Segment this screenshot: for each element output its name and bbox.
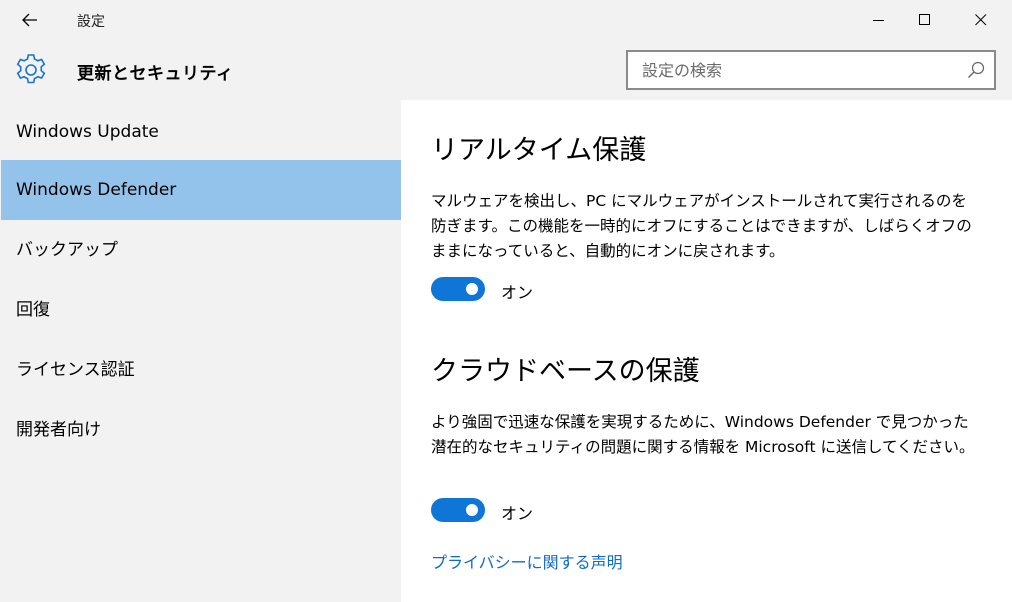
cloud-protection-state: オン	[501, 504, 534, 523]
sidebar-item-windows-defender[interactable]: Windows Defender	[1, 160, 401, 220]
page-header: 更新とセキュリティ	[0, 40, 1012, 100]
toggle-knob	[466, 283, 478, 295]
privacy-statement-link[interactable]: プライバシーに関する声明	[431, 549, 623, 573]
realtime-protection-toggle[interactable]	[431, 277, 485, 301]
sidebar-item-backup[interactable]: バックアップ	[1, 220, 401, 280]
sidebar-item-label: 回復	[16, 300, 50, 320]
sidebar-nav: Windows Update Windows Defender バックアップ 回…	[0, 100, 401, 602]
sidebar-item-for-developers[interactable]: 開発者向け	[1, 400, 401, 460]
close-button[interactable]	[958, 0, 1004, 40]
title-bar: 設定	[0, 0, 1012, 40]
sidebar-item-label: 開発者向け	[16, 420, 101, 440]
cloud-protection-description: より強固で迅速な保護を実現するために、Windows Defender で見つか…	[431, 413, 975, 456]
back-button[interactable]	[12, 4, 48, 36]
gear-icon	[16, 54, 46, 84]
toggle-knob	[466, 504, 478, 516]
sidebar-item-label: ライセンス認証	[16, 360, 135, 380]
sidebar-item-recovery[interactable]: 回復	[1, 280, 401, 340]
maximize-icon	[919, 14, 930, 25]
close-icon	[975, 14, 987, 26]
sidebar-item-label: Windows Defender	[16, 180, 177, 200]
realtime-protection-state: オン	[501, 283, 534, 302]
minimize-icon	[873, 20, 884, 21]
search-box[interactable]	[626, 50, 996, 90]
sidebar-item-activation[interactable]: ライセンス認証	[1, 340, 401, 400]
page-title: 更新とセキュリティ	[77, 64, 234, 84]
sidebar-item-label: バックアップ	[16, 240, 118, 260]
sidebar-item-windows-update[interactable]: Windows Update	[1, 102, 401, 162]
sidebar-item-label: Windows Update	[16, 122, 159, 142]
search-input[interactable]	[628, 52, 962, 88]
cloud-protection-toggle[interactable]	[431, 498, 485, 522]
search-icon[interactable]	[966, 60, 986, 80]
realtime-protection-description: マルウェアを検出し、PC にマルウェアがインストールされて実行されるのを防ぎます…	[431, 192, 972, 260]
realtime-protection-title: リアルタイム保護	[431, 135, 647, 166]
minimize-button[interactable]	[856, 0, 902, 40]
cloud-protection-title: クラウドベースの保護	[431, 356, 700, 387]
main-content: リアルタイム保護 マルウェアを検出し、PC にマルウェアがインストールされて実行…	[401, 100, 1012, 602]
maximize-button[interactable]	[902, 0, 948, 40]
back-arrow-icon	[22, 13, 37, 27]
window-title: 設定	[77, 14, 105, 30]
settings-window: 設定 更新とセキュリティ 設定の検索 Windows Update Window…	[0, 0, 1012, 602]
